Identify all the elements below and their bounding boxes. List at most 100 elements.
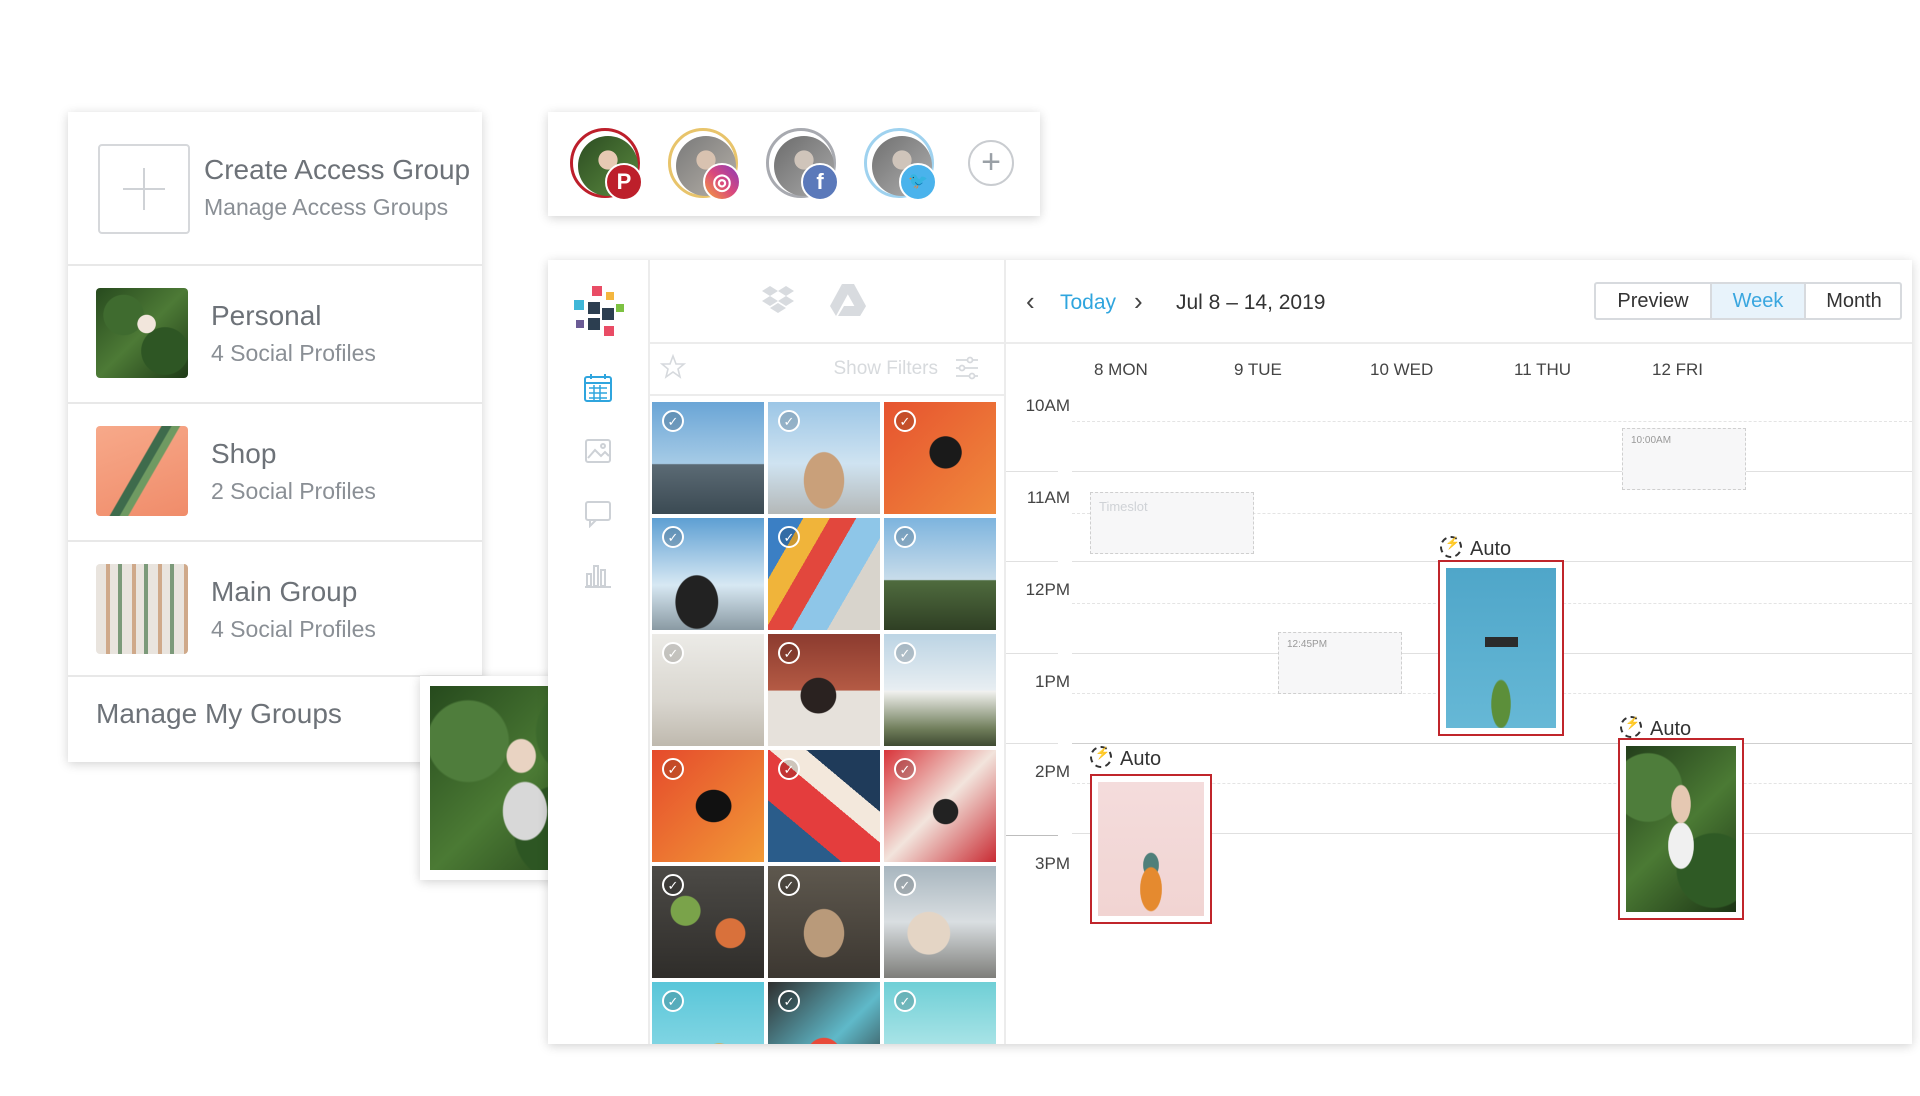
group-profile-count: 2 Social Profiles: [211, 478, 376, 504]
media-filter-bar: Show Filters: [648, 342, 1004, 396]
timeslot[interactable]: Timeslot: [1090, 492, 1254, 554]
post-image: [1098, 782, 1204, 916]
group-title: Shop: [211, 438, 277, 469]
planner-app: Show Filters ✓ ✓ ✓ ✓ ✓ ✓ ✓ ✓ ✓ ✓ ✓ ✓ ✓ ✓…: [548, 260, 1912, 1044]
view-month-button[interactable]: Month: [1806, 284, 1902, 318]
pinterest-icon: P: [605, 163, 643, 201]
hour-label: 12PM: [1025, 580, 1070, 599]
check-icon[interactable]: ✓: [778, 874, 800, 896]
hour-line: [1006, 561, 1058, 562]
group-title: Main Group: [211, 576, 358, 607]
media-tile[interactable]: ✓: [768, 750, 880, 862]
check-icon[interactable]: ✓: [778, 526, 800, 548]
check-icon[interactable]: ✓: [662, 758, 684, 780]
media-tile[interactable]: ✓: [768, 402, 880, 514]
instagram-icon: ◎: [703, 163, 741, 201]
profile-pinterest[interactable]: P: [570, 128, 643, 201]
add-profile-button[interactable]: +: [968, 140, 1014, 186]
google-drive-icon[interactable]: [828, 282, 868, 323]
dropbox-icon[interactable]: [760, 282, 796, 323]
group-item-main-group[interactable]: Main Group 4 Social Profiles: [68, 540, 482, 677]
check-icon[interactable]: ✓: [662, 642, 684, 664]
auto-text: Auto: [1120, 748, 1162, 770]
day-header: 10 WED: [1370, 360, 1434, 379]
media-library: Show Filters ✓ ✓ ✓ ✓ ✓ ✓ ✓ ✓ ✓ ✓ ✓ ✓ ✓ ✓…: [648, 260, 1006, 1044]
profile-twitter[interactable]: 🐦: [864, 128, 937, 201]
create-access-group-row[interactable]: Create Access Group Manage Access Groups: [68, 112, 482, 266]
check-icon[interactable]: ✓: [894, 990, 916, 1012]
view-toggle: Preview Week Month: [1594, 282, 1902, 320]
sliders-icon[interactable]: [954, 356, 980, 385]
sidebar: [548, 260, 650, 1044]
media-tile[interactable]: ✓: [652, 518, 764, 630]
group-profile-count: 4 Social Profiles: [211, 340, 376, 366]
half-hour-line: [1072, 421, 1912, 422]
group-item-personal[interactable]: Personal 4 Social Profiles: [68, 264, 482, 404]
check-icon[interactable]: ✓: [662, 990, 684, 1012]
check-icon[interactable]: ✓: [662, 874, 684, 896]
check-icon[interactable]: ✓: [778, 990, 800, 1012]
profile-instagram[interactable]: ◎: [668, 128, 741, 201]
check-icon[interactable]: ✓: [662, 410, 684, 432]
check-icon[interactable]: ✓: [778, 410, 800, 432]
group-item-shop[interactable]: Shop 2 Social Profiles: [68, 402, 482, 542]
media-tile[interactable]: ✓: [768, 634, 880, 746]
check-icon[interactable]: ✓: [894, 642, 916, 664]
star-icon[interactable]: [659, 353, 687, 385]
check-icon[interactable]: ✓: [894, 758, 916, 780]
check-icon[interactable]: ✓: [894, 410, 916, 432]
calendar-icon[interactable]: [582, 372, 614, 404]
post-image: [1626, 746, 1736, 912]
plus-icon[interactable]: [98, 144, 190, 234]
facebook-icon: f: [801, 163, 839, 201]
media-tile[interactable]: ✓: [652, 866, 764, 978]
media-tile[interactable]: ✓: [768, 866, 880, 978]
media-library-icon[interactable]: [582, 434, 614, 466]
media-tile[interactable]: ✓: [884, 750, 996, 862]
check-icon[interactable]: ✓: [662, 526, 684, 548]
hour-line: [1006, 743, 1058, 744]
manage-my-groups-link[interactable]: Manage My Groups: [96, 698, 342, 730]
auto-label: Auto: [1090, 746, 1161, 771]
media-tile[interactable]: ✓: [884, 518, 996, 630]
scheduled-post[interactable]: [1438, 560, 1564, 736]
chevron-left-icon[interactable]: ‹: [1026, 286, 1035, 317]
group-thumbnail: [96, 564, 188, 654]
hour-label: 3PM: [1035, 854, 1070, 873]
post-image: [1446, 568, 1556, 728]
chevron-right-icon[interactable]: ›: [1134, 286, 1143, 317]
check-icon[interactable]: ✓: [894, 874, 916, 896]
hour-line: [1006, 835, 1058, 836]
profile-facebook[interactable]: f: [766, 128, 839, 201]
timeslot[interactable]: 10:00AM: [1622, 428, 1746, 490]
auto-label: Auto: [1440, 536, 1511, 561]
view-week-button[interactable]: Week: [1712, 284, 1806, 318]
media-tile[interactable]: ✓: [652, 982, 764, 1044]
media-tile[interactable]: ✓: [884, 866, 996, 978]
scheduled-post[interactable]: [1618, 738, 1744, 920]
comments-icon[interactable]: [582, 496, 614, 529]
media-tile[interactable]: ✓: [652, 634, 764, 746]
show-filters-button[interactable]: Show Filters: [833, 358, 938, 380]
calendar: ‹ Today › Jul 8 – 14, 2019 Preview Week …: [1006, 260, 1912, 1044]
check-icon[interactable]: ✓: [778, 758, 800, 780]
check-icon[interactable]: ✓: [894, 526, 916, 548]
view-preview-button[interactable]: Preview: [1596, 284, 1712, 318]
media-tile[interactable]: ✓: [884, 634, 996, 746]
media-tile[interactable]: ✓: [884, 982, 996, 1044]
access-groups-panel: Create Access Group Manage Access Groups…: [68, 112, 482, 762]
media-tile[interactable]: ✓: [652, 402, 764, 514]
media-tile[interactable]: ✓: [768, 982, 880, 1044]
timeslot[interactable]: 12:45PM: [1278, 632, 1402, 694]
auto-text: Auto: [1470, 538, 1512, 560]
twitter-icon: 🐦: [899, 163, 937, 201]
scheduled-post[interactable]: [1090, 774, 1212, 924]
today-button[interactable]: Today: [1060, 291, 1116, 315]
manage-access-groups-link[interactable]: Manage Access Groups: [204, 194, 448, 221]
media-tile[interactable]: ✓: [768, 518, 880, 630]
analytics-icon[interactable]: [582, 558, 614, 590]
media-tile[interactable]: ✓: [884, 402, 996, 514]
check-icon[interactable]: ✓: [778, 642, 800, 664]
hour-label: 1PM: [1035, 672, 1070, 691]
media-tile[interactable]: ✓: [652, 750, 764, 862]
